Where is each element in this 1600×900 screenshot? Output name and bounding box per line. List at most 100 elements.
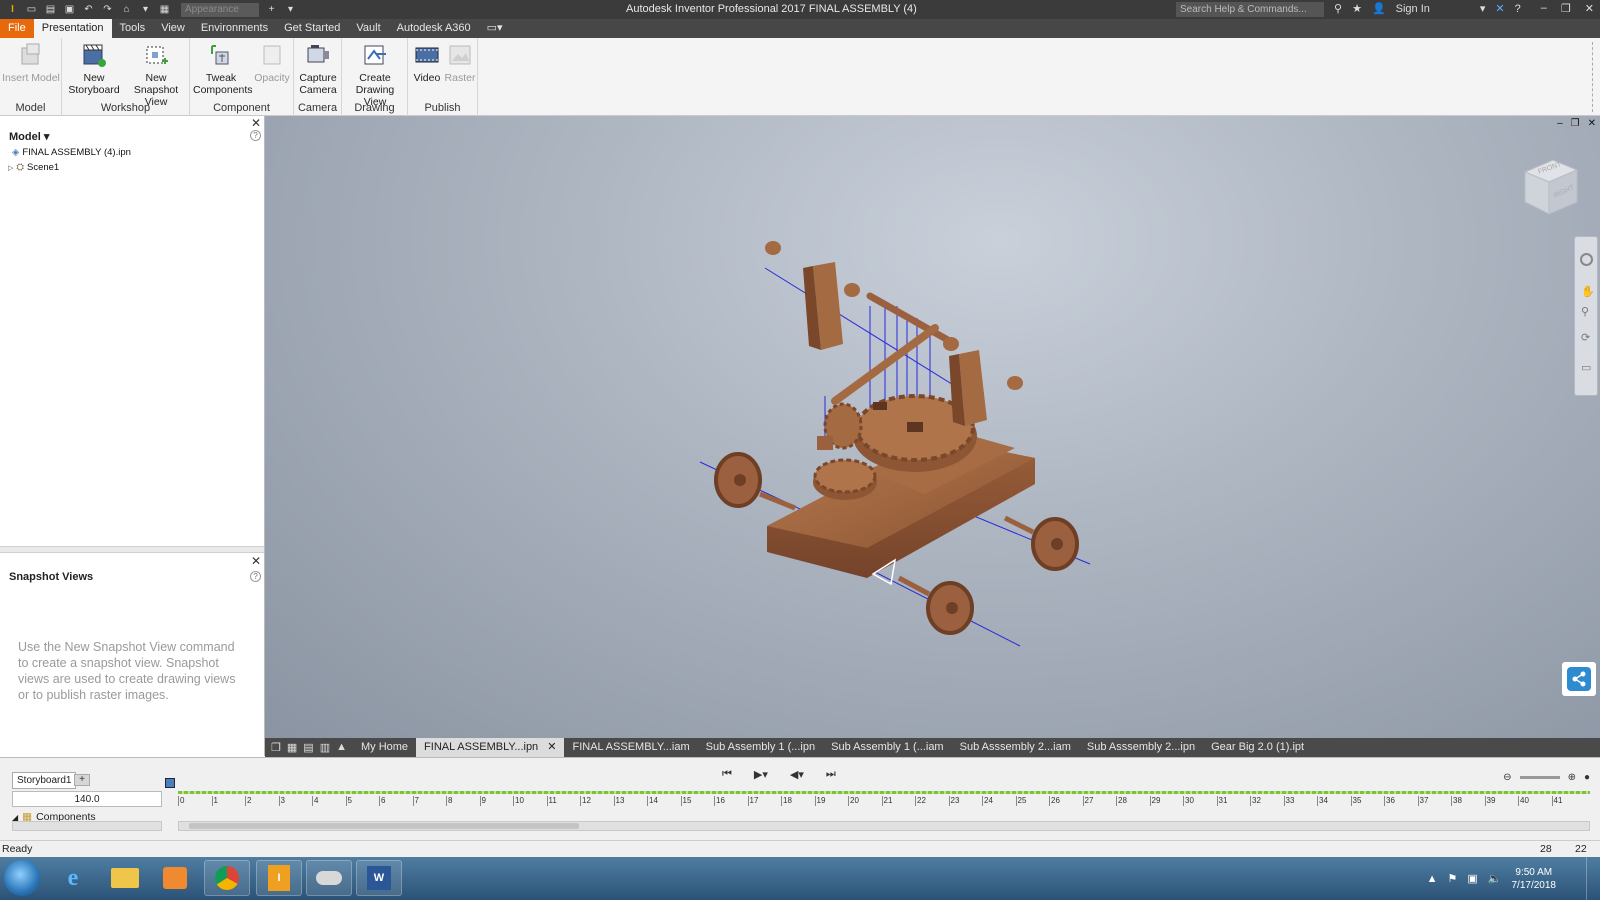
show-hidden-icons-icon[interactable]: ▲ bbox=[1427, 873, 1438, 885]
user-icon[interactable]: 👤 bbox=[1372, 2, 1386, 15]
autodesk-exchange-icon[interactable]: ✕ bbox=[1495, 2, 1504, 15]
close-window-button[interactable]: ✕ bbox=[1585, 2, 1594, 15]
timeline-options-icon[interactable]: ● bbox=[1584, 772, 1590, 783]
help-icon[interactable]: ? bbox=[250, 571, 261, 582]
tab-environments[interactable]: Environments bbox=[193, 19, 276, 38]
show-desktop-button[interactable] bbox=[1586, 857, 1600, 900]
chevron-down-icon[interactable]: ▾ bbox=[1480, 2, 1486, 15]
tile-horizontal-icon[interactable]: ▤ bbox=[303, 741, 313, 754]
graphics-viewport[interactable]: – ❐ ✕ FRONT RIGHT ✋ ⚲ ⟳ ▭ bbox=[265, 116, 1600, 738]
play-icon[interactable]: ▶▾ bbox=[754, 768, 768, 781]
inventor-taskbar-icon[interactable]: I bbox=[256, 860, 302, 896]
assembly-model[interactable] bbox=[685, 226, 1105, 666]
tab-tools[interactable]: Tools bbox=[112, 19, 154, 38]
camera-dropdown-icon[interactable]: ▭▾ bbox=[479, 19, 511, 38]
timeline-ruler[interactable]: 0 1 2 3 4 5 6 7 8 9 10 11 12 13 14 15 16 17 18 19 20 21 22 23 24… bbox=[178, 791, 1590, 806]
viewcube[interactable]: FRONT RIGHT bbox=[1515, 154, 1583, 220]
go-to-start-icon[interactable]: ⏮ bbox=[722, 768, 732, 781]
binoculars-icon[interactable]: ⚲ bbox=[1334, 2, 1342, 15]
doc-tab-sub-assembly-1-iam[interactable]: Sub Assembly 1 (...iam bbox=[823, 738, 952, 757]
update-icon[interactable]: ▦ bbox=[158, 4, 171, 15]
new-storyboard-button[interactable]: New Storyboard bbox=[66, 42, 122, 96]
viewport-minimize-icon[interactable]: – bbox=[1557, 118, 1563, 129]
word-icon[interactable]: W bbox=[356, 860, 402, 896]
tweak-components-button[interactable]: Tweak Components bbox=[192, 42, 253, 96]
save-icon[interactable]: ▣ bbox=[63, 4, 76, 15]
customize-qat-icon[interactable]: ▾ bbox=[284, 4, 297, 15]
snipping-tool-icon[interactable] bbox=[306, 860, 352, 896]
zoom-out-icon[interactable]: ⊖ bbox=[1503, 772, 1511, 783]
action-center-flag-icon[interactable]: ⚑ bbox=[1448, 872, 1458, 885]
look-at-icon[interactable]: ▭ bbox=[1581, 361, 1591, 374]
favorites-star-icon[interactable]: ★ bbox=[1352, 2, 1362, 15]
opacity-button[interactable]: Opacity bbox=[252, 42, 292, 84]
orbit-icon[interactable]: ⟳ bbox=[1581, 331, 1590, 344]
minimize-button[interactable]: – bbox=[1541, 2, 1547, 15]
play-reverse-icon[interactable]: ◀▾ bbox=[790, 768, 804, 781]
doc-tab-sub-assembly-2-iam[interactable]: Sub Asssembly 2...iam bbox=[952, 738, 1079, 757]
share-button[interactable] bbox=[1562, 662, 1596, 696]
clock[interactable]: 9:50 AM 7/17/2018 bbox=[1512, 866, 1557, 892]
raster-button[interactable]: Raster bbox=[444, 42, 476, 84]
inventor-logo-icon[interactable]: I bbox=[6, 4, 19, 15]
panel-splitter[interactable] bbox=[0, 546, 264, 553]
sign-in-link[interactable]: Sign In bbox=[1396, 3, 1430, 15]
redo-icon[interactable]: ↷ bbox=[101, 4, 114, 15]
cascade-icon[interactable]: ❐ bbox=[271, 741, 281, 754]
tab-vault[interactable]: Vault bbox=[348, 19, 388, 38]
add-storyboard-button[interactable]: + bbox=[74, 774, 90, 786]
close-snapshot-panel-icon[interactable]: ✕ bbox=[251, 554, 261, 568]
expand-arrow-icon[interactable]: ▷ bbox=[8, 164, 13, 172]
chrome-icon[interactable] bbox=[204, 860, 250, 896]
zoom-in-icon[interactable]: ⊕ bbox=[1568, 772, 1576, 783]
home-icon[interactable]: ⌂ bbox=[120, 4, 133, 15]
close-tab-icon[interactable]: ✕ bbox=[547, 741, 556, 753]
scrollbar-thumb[interactable] bbox=[189, 823, 579, 829]
document-list-icon[interactable]: ▲ bbox=[336, 741, 347, 754]
viewport-close-icon[interactable]: ✕ bbox=[1588, 118, 1596, 129]
file-explorer-icon[interactable] bbox=[102, 860, 148, 896]
tab-view[interactable]: View bbox=[153, 19, 193, 38]
appearance-dropdown[interactable]: Appearance bbox=[181, 2, 259, 17]
measure-icon[interactable]: + bbox=[265, 4, 278, 15]
left-scrollbar[interactable] bbox=[12, 821, 162, 831]
search-input[interactable]: Search Help & Commands... bbox=[1176, 2, 1324, 17]
media-player-icon[interactable] bbox=[152, 860, 198, 896]
internet-explorer-icon[interactable]: e bbox=[50, 860, 96, 896]
video-button[interactable]: Video bbox=[412, 42, 442, 84]
current-time-field[interactable]: 140.0 bbox=[12, 791, 162, 807]
restore-button[interactable]: ❐ bbox=[1561, 2, 1571, 15]
tab-presentation[interactable]: Presentation bbox=[33, 19, 112, 38]
undo-icon[interactable]: ↶ bbox=[82, 4, 95, 15]
go-to-end-icon[interactable]: ⏭ bbox=[826, 768, 836, 781]
doc-tab-gear-big[interactable]: Gear Big 2.0 (1).ipt bbox=[1203, 738, 1312, 757]
doc-tab-final-assembly-iam[interactable]: FINAL ASSEMBLY...iam bbox=[564, 738, 697, 757]
capture-camera-button[interactable]: Capture Camera bbox=[296, 42, 340, 96]
browser-header[interactable]: Model ▾ bbox=[9, 130, 49, 143]
time-marker-icon[interactable] bbox=[165, 778, 175, 788]
close-browser-icon[interactable]: ✕ bbox=[251, 116, 261, 130]
zoom-slider[interactable] bbox=[1519, 776, 1560, 779]
viewport-restore-icon[interactable]: ❐ bbox=[1571, 118, 1580, 129]
ribbon-collapse-icon[interactable] bbox=[1592, 42, 1594, 112]
insert-model-button[interactable]: Insert Model bbox=[2, 42, 60, 84]
zoom-icon[interactable]: ⚲ bbox=[1581, 305, 1589, 318]
select-icon[interactable]: ▾ bbox=[139, 4, 152, 15]
pan-icon[interactable]: ✋ bbox=[1581, 285, 1595, 298]
start-button[interactable] bbox=[4, 860, 40, 896]
tab-get-started[interactable]: Get Started bbox=[276, 19, 348, 38]
help-icon[interactable]: ? bbox=[1515, 3, 1521, 15]
steering-wheel-icon[interactable] bbox=[1580, 253, 1593, 266]
tab-file[interactable]: File bbox=[0, 19, 34, 38]
open-file-icon[interactable]: ▤ bbox=[44, 4, 57, 15]
doc-tab-sub-assembly-2-ipn[interactable]: Sub Asssembly 2...ipn bbox=[1079, 738, 1203, 757]
volume-icon[interactable]: 🔈 bbox=[1488, 872, 1502, 885]
doc-tab-my-home[interactable]: My Home bbox=[353, 738, 416, 757]
storyboard-tab[interactable]: Storyboard1 bbox=[12, 772, 77, 789]
tree-item-scene[interactable]: ▷ ⛭ Scene1 bbox=[8, 162, 59, 173]
create-drawing-view-button[interactable]: Create Drawing View bbox=[344, 42, 406, 108]
tab-autodesk-a360[interactable]: Autodesk A360 bbox=[389, 19, 479, 38]
tile-vertical-icon[interactable]: ▥ bbox=[320, 741, 330, 754]
new-file-icon[interactable]: ▭ bbox=[25, 4, 38, 15]
timeline-scrollbar[interactable] bbox=[178, 821, 1590, 831]
